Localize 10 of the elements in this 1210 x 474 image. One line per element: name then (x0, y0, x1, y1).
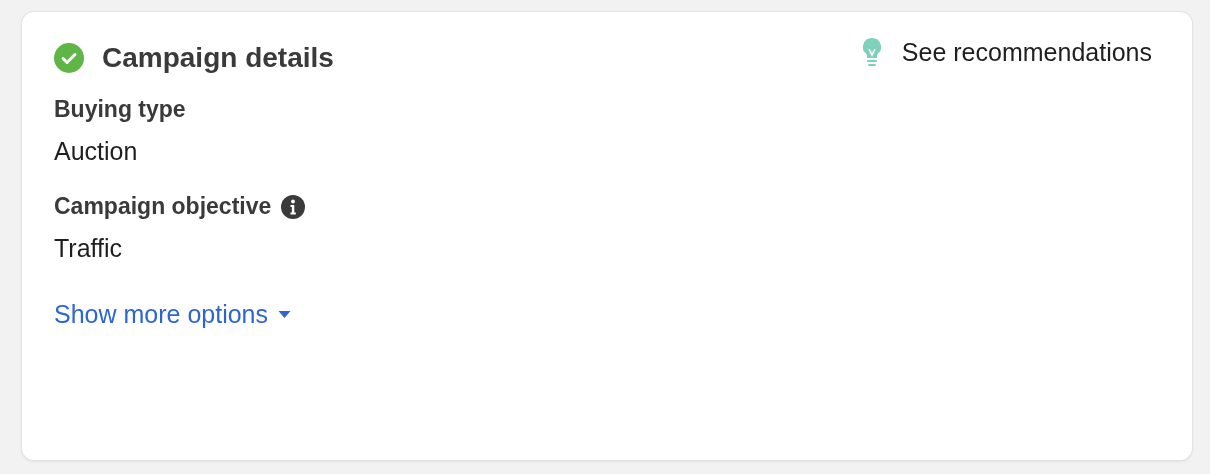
show-more-options-link[interactable]: Show more options (54, 300, 291, 329)
recommendations-link[interactable]: See recommendations (861, 37, 1152, 67)
field-label: Campaign objective (54, 193, 272, 220)
field-label: Buying type (54, 96, 186, 123)
card-title: Campaign details (102, 42, 334, 74)
caret-icon (278, 311, 291, 318)
lightbulb-icon (861, 37, 882, 67)
info-icon[interactable] (281, 194, 306, 219)
field-value: Auction (54, 137, 138, 166)
field-value: Traffic (54, 234, 123, 263)
